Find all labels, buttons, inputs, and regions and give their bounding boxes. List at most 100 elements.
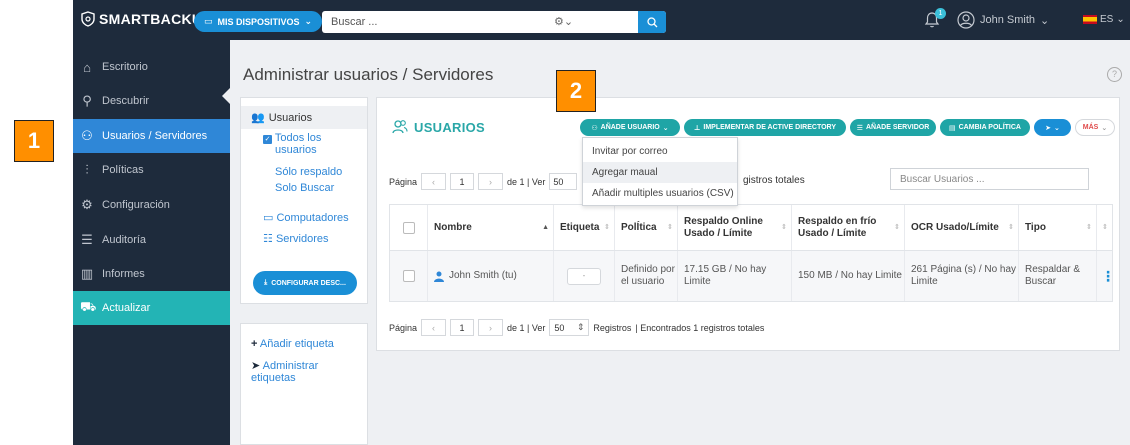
global-search-input[interactable] <box>322 11 547 33</box>
filter-solo-buscar[interactable]: Solo Buscar <box>275 182 334 194</box>
page-of-label: de 1 | Ver <box>507 322 546 333</box>
search-options-gear-icon[interactable]: ⚙⌄ <box>554 15 573 28</box>
page-title: Administrar usuarios / Servidores <box>243 65 494 84</box>
filter-computadores[interactable]: ▭ Computadores <box>263 212 349 224</box>
change-policy-button[interactable]: ▤ CAMBIA POLÍTICA <box>940 119 1030 136</box>
top-bar: SMARTBACKUP ▭ MIS DISPOSITIVOS ⌄ ⚙⌄ 1 Jo… <box>73 0 1130 40</box>
col-header-tipo[interactable]: Tipo ⇕ <box>1019 205 1097 250</box>
brand-logo[interactable]: SMARTBACKUP <box>81 11 212 27</box>
col-header-respaldo-online[interactable]: Respaldo Online Usado / Límite ⇕ <box>678 205 792 250</box>
add-user-button[interactable]: ⚇ AÑADE USUARIO ⌄ <box>580 119 680 136</box>
col-header-ocr[interactable]: OCR Usado/Límite ⇕ <box>905 205 1019 250</box>
kebab-menu-icon[interactable]: ⋮ <box>1101 269 1115 283</box>
users-icon: ⚇ <box>81 128 93 143</box>
select-all-cell <box>390 205 428 250</box>
add-server-button[interactable]: ☰ AÑADE SERVIDOR <box>850 119 936 136</box>
col-header-nombre[interactable]: Nombre ▲ <box>428 205 554 250</box>
callout-1: 1 <box>14 120 54 162</box>
next-page-button[interactable]: › <box>478 319 504 336</box>
cart-icon: ⛟ <box>80 299 97 314</box>
cell-actions: ⋮ <box>1097 251 1115 301</box>
language-label: ES <box>1100 14 1114 25</box>
sidebar-item-label: Informes <box>102 268 145 280</box>
filter-solo-respaldo[interactable]: Sólo respaldo <box>275 166 342 178</box>
col-header-label: Tipo <box>1025 221 1046 233</box>
gear-icon: ⚙ <box>81 197 93 212</box>
user-menu[interactable]: John Smith ⌄ <box>957 11 1049 29</box>
per-page-select[interactable]: 50 ⇕ <box>549 319 590 336</box>
col-header-label: Respaldo Online Usado / Límite <box>684 215 763 239</box>
prev-page-button[interactable]: ‹ <box>421 319 447 336</box>
menu-item-invite-email[interactable]: Invitar por correo <box>583 141 737 162</box>
app-window: SMARTBACKUP ▭ MIS DISPOSITIVOS ⌄ ⚙⌄ 1 Jo… <box>73 0 1130 445</box>
sidebar-item-escritorio[interactable]: ⌂ Escritorio <box>73 50 230 84</box>
add-tag-link[interactable]: + Añadir etiqueta <box>251 338 334 350</box>
user-icon <box>434 271 444 282</box>
sort-icon: ⇕ <box>604 223 610 231</box>
sort-icon: ⇕ <box>781 223 787 231</box>
col-header-respaldo-frio[interactable]: Respaldo en frío Usado / Límite ⇕ <box>792 205 905 250</box>
prev-page-button[interactable]: ‹ <box>421 173 447 190</box>
page-label: Página <box>389 322 418 333</box>
col-header-actions: ⇕ <box>1097 205 1112 250</box>
row-checkbox[interactable] <box>402 270 415 282</box>
configurar-desc-label: CONFIGURAR DESC... <box>271 279 346 287</box>
sidebar-item-usuarios-servidores[interactable]: ⚇ Usuarios / Servidores <box>73 119 230 153</box>
menu-item-add-manual[interactable]: Agregar maual <box>583 162 737 183</box>
per-page-select[interactable]: 50 <box>549 173 578 190</box>
col-header-label: PolÍtica <box>621 221 657 233</box>
devices-button[interactable]: ▭ MIS DISPOSITIVOS ⌄ <box>194 11 323 32</box>
page-of-label: de 1 | Ver <box>507 176 546 187</box>
page-number-input[interactable]: 1 <box>450 173 475 190</box>
user-name-link[interactable]: John Smith (tu) <box>449 270 517 282</box>
search-icon <box>646 16 657 27</box>
tag-menu-button[interactable]: ➤ ⌄ <box>1034 119 1071 136</box>
chevron-down-icon: ⌄ <box>304 16 313 26</box>
sidebar: ⌂ Escritorio ⚲ Descubrir ⚇ Usuarios / Se… <box>73 40 230 445</box>
sidebar-item-label: Descubrir <box>102 95 150 107</box>
sidebar-item-configuracion[interactable]: ⚙ Configuración <box>73 188 230 222</box>
sidebar-item-auditoria[interactable]: ☰ Auditoría <box>73 223 230 257</box>
active-item-indicator <box>222 88 230 104</box>
cell-ocr: 261 Página (s) / No hay Limite <box>905 251 1019 301</box>
sidebar-item-descubrir[interactable]: ⚲ Descubrir <box>73 84 230 118</box>
filter-heading: 👥 Usuarios <box>251 111 312 125</box>
filter-todos-usuarios[interactable]: ✓ Todos los usuarios <box>263 132 321 156</box>
chevron-down-icon: ⌄ <box>1116 14 1125 25</box>
devices-button-label: MIS DISPOSITIVOS <box>217 16 300 27</box>
sidebar-item-informes[interactable]: ▥ Informes <box>73 257 230 291</box>
list-icon: ☰ <box>81 232 93 247</box>
active-directory-button[interactable]: ⊥ IMPLEMENTAR DE ACTIVE DIRECTORY <box>684 119 846 136</box>
search-button[interactable] <box>638 11 666 33</box>
sidebar-item-actualizar[interactable]: ⛟ Actualizar <box>73 291 230 325</box>
chevron-down-icon: ⌄ <box>662 124 669 132</box>
manage-tags-link[interactable]: ➤ Administrar etiquetas <box>251 360 318 384</box>
col-header-etiqueta[interactable]: Etiqueta ⇕ <box>554 205 615 250</box>
sort-icon: ⇕ <box>1102 223 1108 231</box>
add-user-dropdown-menu: Invitar por correo Agregar maual Añadir … <box>582 137 738 206</box>
global-search: ⚙⌄ <box>322 11 666 33</box>
hierarchy-icon: ⊥ <box>693 124 701 132</box>
total-records-label: gistros totales <box>743 175 805 186</box>
sidebar-item-politicas[interactable]: ⫶ Políticas <box>73 153 230 187</box>
tag-select[interactable]: - <box>567 267 601 285</box>
select-all-checkbox[interactable] <box>402 221 415 234</box>
page-number-input[interactable]: 1 <box>450 319 475 336</box>
more-button[interactable]: MÁS ⌄ <box>1075 119 1115 136</box>
configurar-desc-button[interactable]: ⤓ CONFIGURAR DESC... <box>253 271 357 295</box>
table-row[interactable]: John Smith (tu) - Definido por el usuari… <box>390 251 1115 301</box>
filter-servidores[interactable]: ☷ Servidores <box>263 233 329 245</box>
server-icon: ☰ <box>856 124 863 132</box>
spain-flag-icon <box>1083 15 1097 24</box>
help-icon[interactable]: ? <box>1107 67 1122 82</box>
notifications-button[interactable]: 1 <box>924 8 946 31</box>
chevron-down-icon: ⌄ <box>1054 124 1060 132</box>
col-header-politica[interactable]: PolÍtica ⇕ <box>615 205 678 250</box>
next-page-button[interactable]: › <box>478 173 504 190</box>
language-selector[interactable]: ES ⌄ <box>1083 14 1125 25</box>
user-avatar-icon <box>957 11 975 29</box>
user-search-input[interactable] <box>891 169 1088 189</box>
active-directory-label: IMPLEMENTAR DE ACTIVE DIRECTORY <box>703 124 837 131</box>
menu-item-add-csv[interactable]: Añadir multiples usuarios (CSV) <box>583 183 737 204</box>
manage-tags-label-2: etiquetas <box>251 372 296 384</box>
